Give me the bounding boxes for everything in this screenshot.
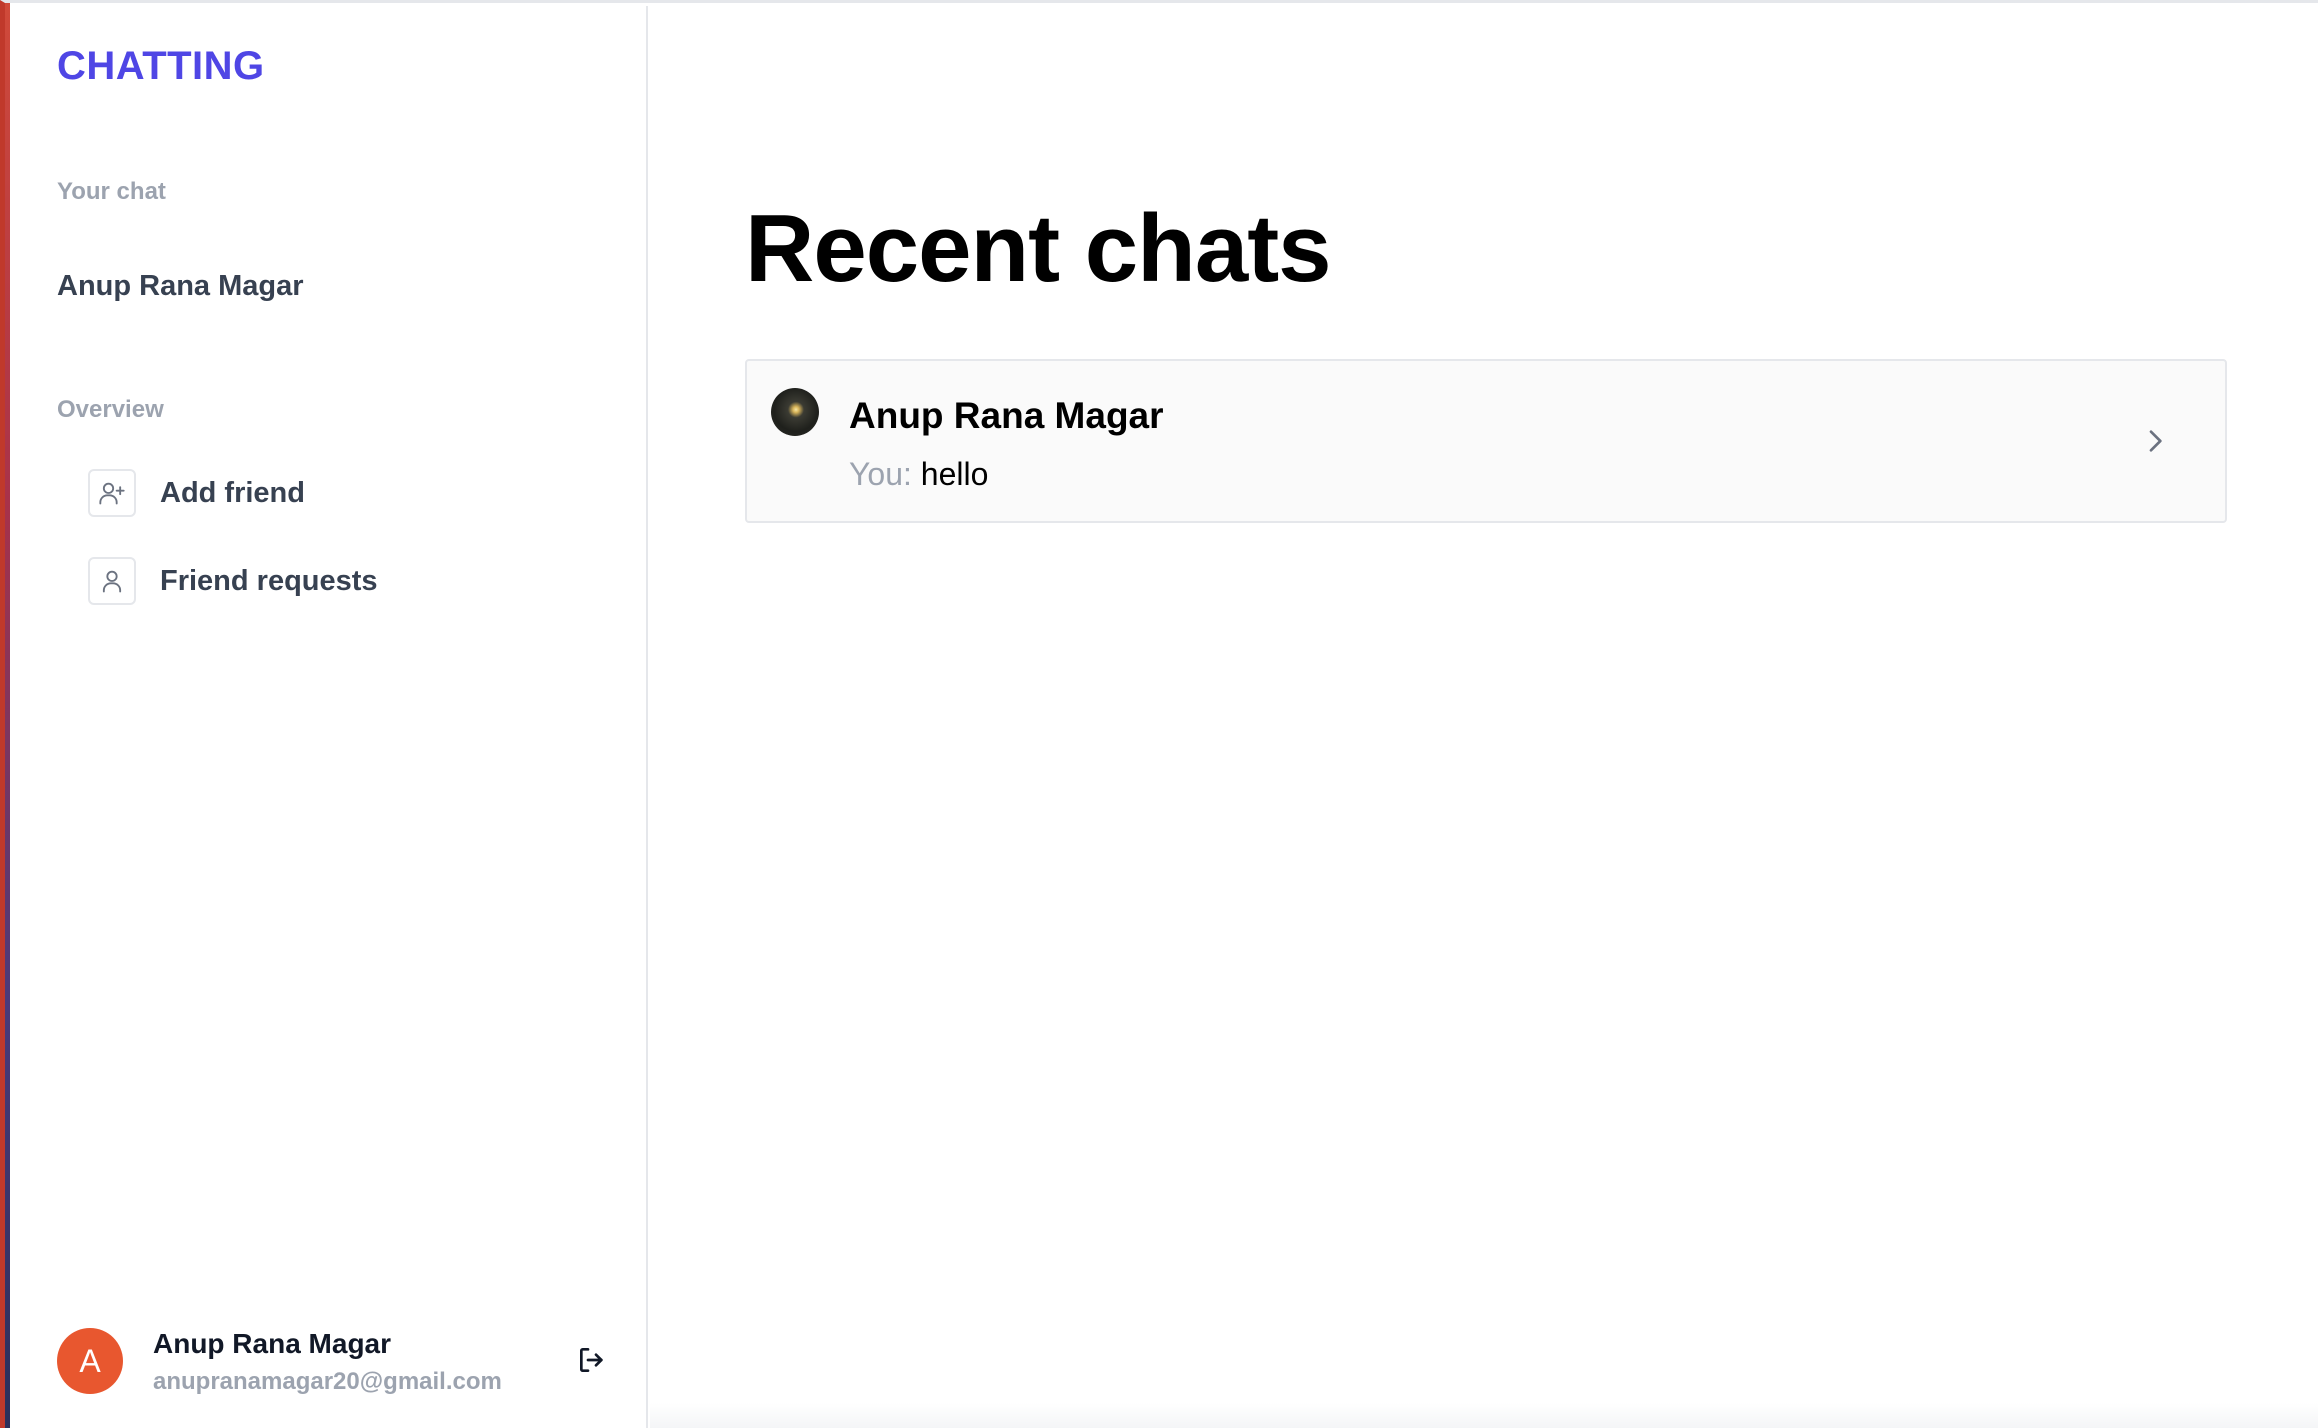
overview-heading: Overview xyxy=(57,396,164,423)
avatar[interactable]: A xyxy=(57,1328,123,1394)
window-bottom-fade xyxy=(650,1403,2318,1428)
sidebar-item-add-friend[interactable]: Add friend xyxy=(88,468,305,518)
chat-avatar xyxy=(771,388,819,436)
user-profile: A Anup Rana Magar anupranamagar20@gmail.… xyxy=(57,1324,617,1404)
user-icon xyxy=(88,557,136,605)
chat-contact-name: Anup Rana Magar xyxy=(849,395,1164,436)
app-logo[interactable]: CHATTING xyxy=(57,44,265,89)
recent-chat-item[interactable]: Anup Rana Magar You: hello xyxy=(745,359,2227,523)
sidebar-item-label: Add friend xyxy=(160,476,305,509)
user-plus-icon xyxy=(88,469,136,517)
sidebar: CHATTING Your chat Anup Rana Magar Overv… xyxy=(10,6,648,1428)
your-chat-heading: Your chat xyxy=(57,178,166,205)
sidebar-chat-item[interactable]: Anup Rana Magar xyxy=(57,270,304,303)
main-content: Recent chats Anup Rana Magar You: hello xyxy=(650,6,2318,1428)
app-window: CHATTING Your chat Anup Rana Magar Overv… xyxy=(0,0,2318,1428)
profile-name: Anup Rana Magar xyxy=(153,1328,392,1359)
sign-out-button[interactable] xyxy=(572,1342,612,1382)
page-title: Recent chats xyxy=(745,195,1332,302)
chat-sender-prefix: You: xyxy=(849,456,912,492)
chat-message-text: hello xyxy=(920,456,989,492)
sidebar-item-friend-requests[interactable]: Friend requests xyxy=(88,556,378,606)
sidebar-item-label: Friend requests xyxy=(160,564,378,597)
chat-last-message: You: hello xyxy=(849,456,988,493)
profile-email: anupranamagar20@gmail.com xyxy=(153,1368,502,1395)
sign-out-icon xyxy=(576,1344,608,1381)
chevron-right-icon xyxy=(2135,421,2175,461)
